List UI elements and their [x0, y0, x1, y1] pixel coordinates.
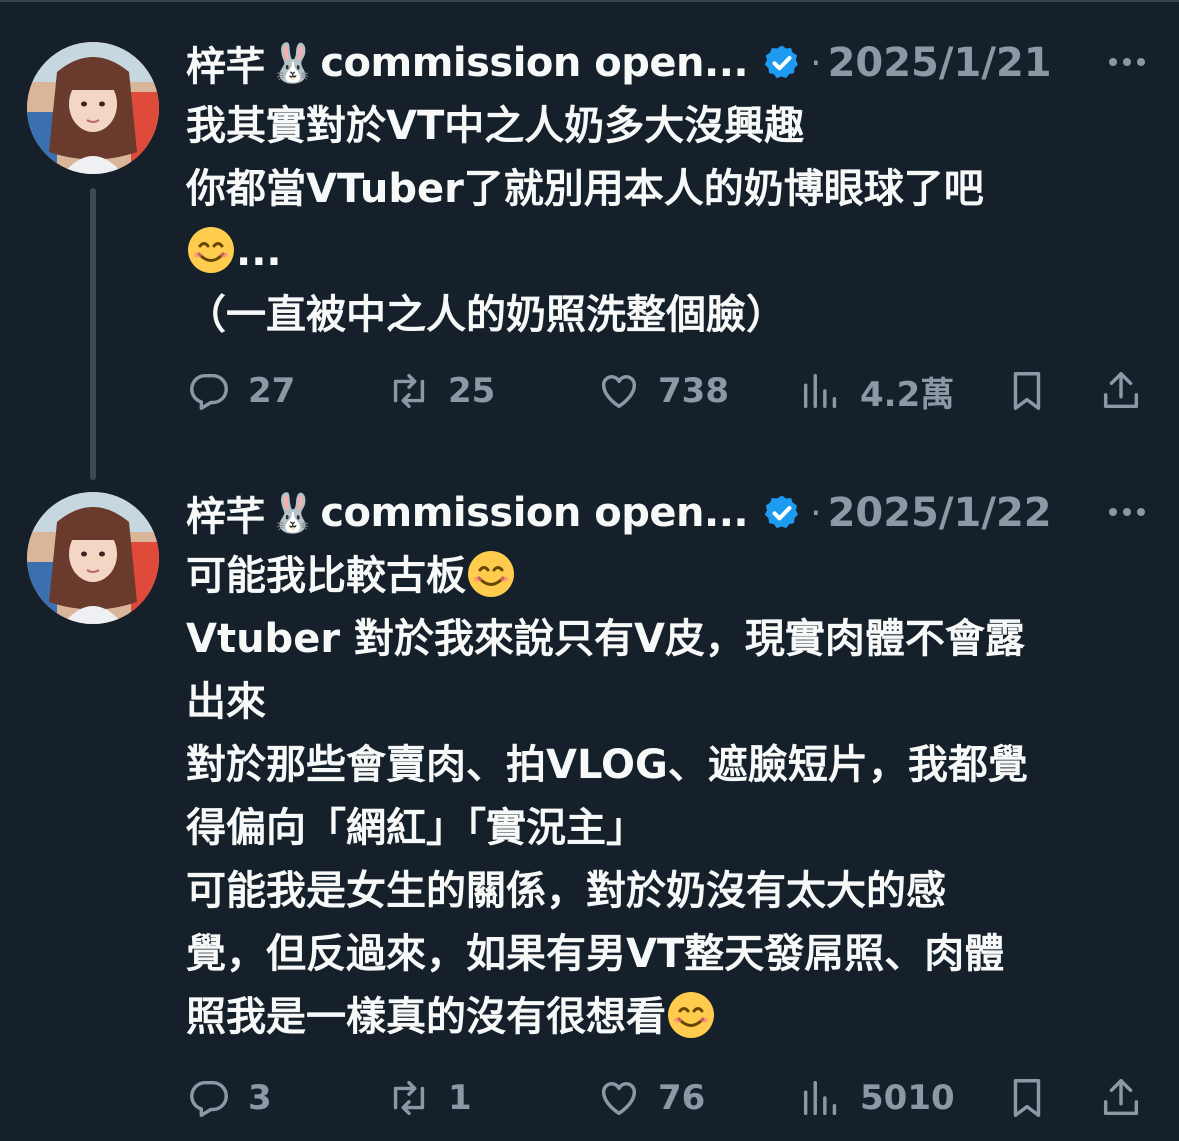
reply-icon [190, 1080, 228, 1117]
text-line: 覺，但反過來，如果有男VT整天發屌照、肉體 [186, 931, 1005, 977]
text-line: 得偏向「網紅」「實況主」 [186, 805, 646, 851]
like-button[interactable]: 76 [596, 1073, 705, 1123]
action-bar: 3 1 76 5010 [186, 1073, 1146, 1123]
text-fragment: 照我是一樣真的沒有很想看 [186, 994, 666, 1040]
like-button[interactable]: 738 [596, 366, 729, 416]
tweet-header: 梓芊 🐰 commission open... · 2025/1/22 [186, 488, 1052, 540]
text-line: Vtuber 對於我來說只有V皮，現實肉體不會露 [186, 616, 1025, 662]
reply-icon [190, 373, 228, 410]
avatar-photo-icon [27, 492, 159, 624]
author-name[interactable]: 梓芊 [186, 34, 266, 92]
tweet-text: 我其實對於VT中之人奶多大沒興趣 你都當VTuber了就別用本人的奶博眼球了吧 … [186, 95, 1146, 347]
text-line: 對於那些會賣肉、拍VLOG、遮臉短片，我都覺 [186, 742, 1028, 788]
retweet-button[interactable]: 1 [386, 1073, 472, 1123]
reply-count: 27 [248, 371, 296, 411]
retweet-count: 25 [448, 371, 496, 411]
share-button[interactable] [1098, 366, 1144, 416]
retweet-count: 1 [448, 1078, 472, 1118]
bookmark-button[interactable] [1004, 1073, 1050, 1123]
text-fragment: 可能我比較古板 [186, 553, 466, 599]
tweet-date[interactable]: 2025/1/21 [828, 40, 1052, 86]
share-icon [1103, 372, 1139, 409]
tweet-header: 梓芊 🐰 commission open... · 2025/1/21 [186, 38, 1052, 90]
text-line: 可能我比較古板 [186, 545, 1146, 608]
avatar[interactable] [27, 42, 159, 174]
reply-button[interactable]: 3 [186, 1073, 272, 1123]
text-line: 可能我是女生的關係，對於奶沒有太大的感 [186, 868, 946, 914]
text-line: （一直被中之人的奶照洗整個臉） [186, 292, 786, 338]
avatar[interactable] [27, 492, 159, 624]
share-button[interactable] [1098, 1073, 1144, 1123]
separator-dot: · [810, 492, 822, 534]
retweet-icon [393, 1080, 425, 1116]
more-options-icon[interactable] [1105, 490, 1149, 534]
tweet-text: 可能我比較古板 Vtuber 對於我來說只有V皮，現實肉體不會露 出來 對於那些… [186, 545, 1146, 1049]
views-chart-icon [803, 373, 837, 409]
reply-button[interactable]: 27 [186, 366, 295, 416]
like-count: 76 [658, 1078, 706, 1118]
bookmark-icon [1013, 372, 1041, 410]
smiling-face-emoji [668, 992, 714, 1038]
bookmark-icon [1013, 1079, 1041, 1117]
retweet-button[interactable]: 25 [386, 366, 495, 416]
top-divider [0, 0, 1179, 2]
text-line: 你都當VTuber了就別用本人的奶博眼球了吧 [186, 166, 984, 212]
text-line: ... [186, 221, 1146, 284]
heart-icon [601, 375, 637, 409]
rabbit-emoji: 🐰 [269, 490, 317, 535]
ellipsis-text: ... [236, 229, 282, 275]
author-name-suffix[interactable]: commission open... [320, 490, 748, 536]
smiling-face-emoji [468, 551, 514, 597]
smiling-face-emoji [188, 227, 234, 273]
retweet-icon [393, 373, 425, 409]
text-line: 出來 [186, 679, 266, 725]
verified-badge-icon[interactable] [762, 43, 802, 83]
views-count: 5010 [860, 1078, 955, 1118]
bookmark-button[interactable] [1004, 366, 1050, 416]
views-count: 4.2萬 [860, 374, 955, 415]
views-button[interactable]: 5010 [798, 1073, 955, 1123]
share-icon [1103, 1079, 1139, 1116]
author-name-suffix[interactable]: commission open... [320, 40, 748, 86]
timeline: 梓芊 🐰 commission open... · 2025/1/21 我其實對… [0, 0, 1179, 1141]
action-bar: 27 25 738 4.2萬 [186, 366, 1146, 416]
views-button[interactable]: 4.2萬 [798, 366, 954, 416]
more-options-icon[interactable] [1105, 40, 1149, 84]
tweet-date[interactable]: 2025/1/22 [828, 490, 1052, 536]
author-name[interactable]: 梓芊 [186, 484, 266, 542]
text-line: 我其實對於VT中之人奶多大沒興趣 [186, 103, 805, 149]
separator-dot: · [810, 42, 822, 84]
avatar-photo-icon [27, 42, 159, 174]
thread-connector-line [90, 188, 96, 480]
reply-count: 3 [248, 1078, 272, 1118]
heart-icon [601, 1082, 637, 1116]
views-chart-icon [803, 1080, 837, 1116]
like-count: 738 [658, 371, 729, 411]
text-line: 照我是一樣真的沒有很想看 [186, 986, 1146, 1049]
verified-badge-icon[interactable] [762, 493, 802, 533]
rabbit-emoji: 🐰 [269, 40, 317, 85]
